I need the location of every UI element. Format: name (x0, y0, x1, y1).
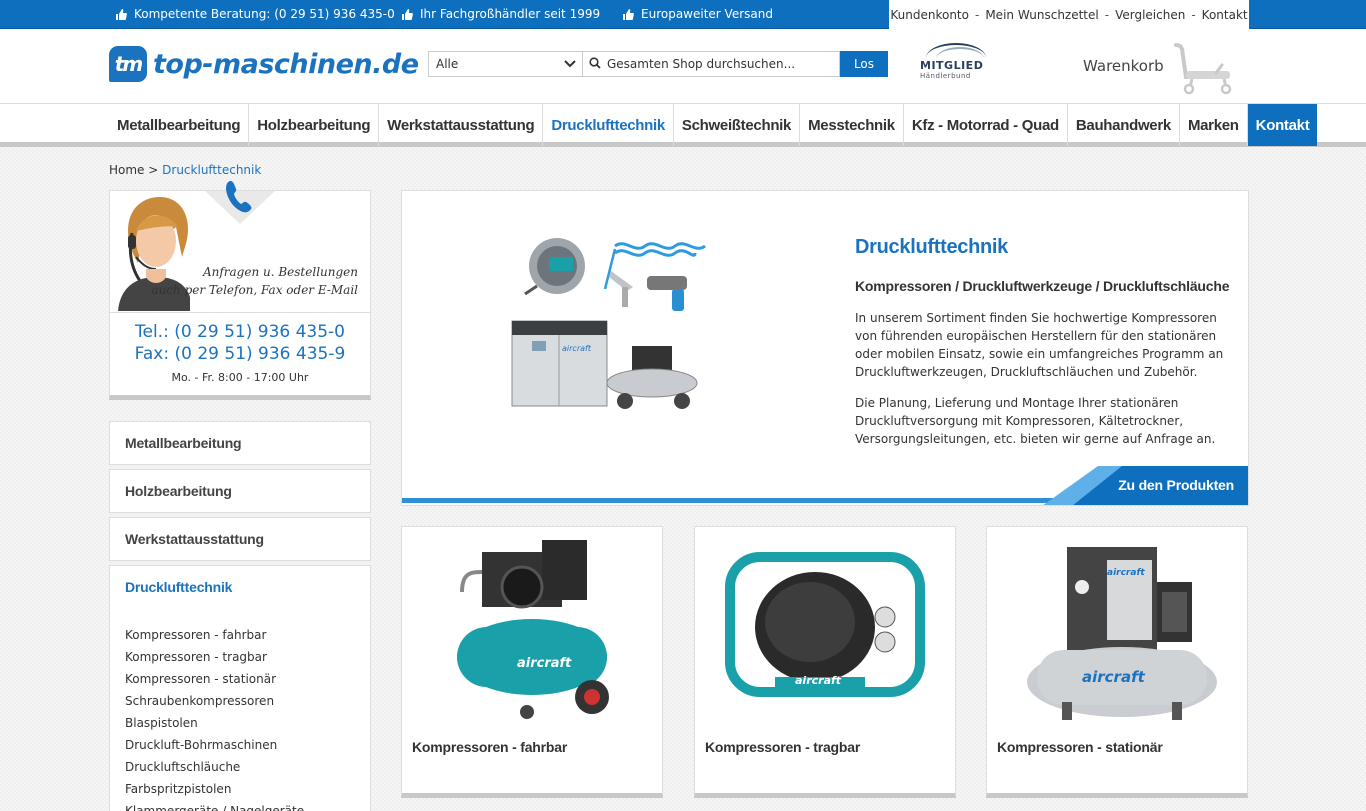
header: tm top-maschinen.de Alle Gesamten Shop d… (0, 29, 1366, 104)
breadcrumb: Home > Drucklufttechnik (109, 163, 261, 177)
sidebar-item-holzbearbeitung[interactable]: Holzbearbeitung (109, 469, 371, 513)
nav-drucklufttechnik[interactable]: Drucklufttechnik (543, 104, 674, 146)
sidebar-subitem[interactable]: Kompressoren - stationär (125, 670, 304, 692)
category-select[interactable]: Alle (428, 51, 583, 77)
member-subtitle: Händlerbund (920, 72, 971, 80)
nav-marken[interactable]: Marken (1180, 104, 1248, 146)
top-bar: Kompetente Beratung: (0 29 51) 936 435-0… (0, 0, 1366, 29)
contact-fax: Fax: (0 29 51) 936 435-9 (134, 344, 346, 364)
sidebar-active-title[interactable]: Drucklufttechnik (125, 579, 232, 595)
product-card[interactable]: aircraft aircraft Kompressoren - station… (986, 526, 1248, 798)
sidebar-subitem[interactable]: Blaspistolen (125, 714, 304, 736)
product-brand-logo: aircraft (517, 656, 572, 671)
product-brand-logo: aircraft (1082, 668, 1146, 686)
sidebar-item-werkstattausstattung[interactable]: Werkstattausstattung (109, 517, 371, 561)
usp-shipping: Europaweiter Versand (622, 0, 773, 28)
sidebar-subitem[interactable]: Druckluft-Bohrmaschinen (125, 736, 304, 758)
product-card[interactable]: aircraft Kompressoren - fahrbar (401, 526, 663, 798)
nav-kontakt[interactable]: Kontakt (1247, 104, 1318, 146)
member-title: MITGLIED (920, 59, 984, 72)
link-kontakt[interactable]: Kontakt (1202, 8, 1248, 22)
sidebar-subitem[interactable]: Farbspritzpistolen (125, 780, 304, 802)
contact-hours: Mo. - Fr. 8:00 - 17:00 Uhr (171, 371, 309, 384)
hero-paragraph-1: In unserem Sortiment finden Sie hochwert… (855, 311, 1224, 379)
sidebar-item-drucklufttechnik: Drucklufttechnik Kompressoren - fahrbar … (109, 565, 371, 811)
usp-text: Ihr Fachgroßhändler seit 1999 (420, 7, 601, 21)
hero-paragraph-2: Die Planung, Lieferung und Montage Ihrer… (855, 396, 1216, 446)
divider (110, 312, 370, 313)
product-card[interactable]: aircraft Kompressoren - tragbar (694, 526, 956, 798)
category-select-value: Alle (436, 57, 459, 71)
sidebar-subitem[interactable]: Druckluftschläuche (125, 758, 304, 780)
search-input[interactable]: Gesamten Shop durchsuchen... (583, 51, 840, 77)
product-title[interactable]: Kompressoren - stationär (997, 739, 1163, 755)
product-title[interactable]: Kompressoren - fahrbar (412, 739, 567, 755)
phone-icon (224, 179, 252, 217)
contact-box: Anfragen u. Bestellungen auch per Telefo… (109, 180, 371, 400)
nav-werkstattausstattung[interactable]: Werkstattausstattung (379, 104, 544, 146)
member-badge[interactable]: MITGLIED Händlerbund (918, 43, 988, 83)
sidebar-subitem[interactable]: Klammergeräte / Nagelgeräte (125, 802, 304, 811)
category-hero: aircraft Drucklufttechnik Kompressoren /… (401, 190, 1249, 506)
hero-subtitle: Kompressoren / Druckluftwerkzeuge / Druc… (855, 278, 1230, 294)
nav-bauhandwerk[interactable]: Bauhandwerk (1068, 104, 1180, 146)
main-navigation: Metallbearbeitung Holzbearbeitung Werkst… (0, 104, 1366, 147)
logo-mark: tm (109, 46, 147, 82)
category-hero-image: aircraft (507, 231, 707, 421)
product-brand-logo: aircraft (1107, 568, 1145, 578)
product-image-portable-compressor: aircraft (715, 532, 935, 727)
nav-holzbearbeitung[interactable]: Holzbearbeitung (249, 104, 380, 146)
link-separator: - (1191, 7, 1196, 22)
nav-messtechnik[interactable]: Messtechnik (800, 104, 904, 146)
nav-schweisstechnik[interactable]: Schweißtechnik (674, 104, 801, 146)
sidebar-item-metallbearbeitung[interactable]: Metallbearbeitung (109, 421, 371, 465)
product-brand-logo: aircraft (795, 674, 842, 687)
product-image-mobile-compressor: aircraft (422, 532, 642, 727)
cart-icon[interactable] (1172, 43, 1234, 99)
contact-telephone[interactable]: Tel.: (0 29 51) 936 435-0 (110, 322, 370, 342)
thumbs-up-icon (401, 8, 413, 21)
contact-line-1: Anfragen u. Bestellungen (202, 265, 358, 279)
usp-text: Europaweiter Versand (641, 7, 773, 21)
nav-metallbearbeitung[interactable]: Metallbearbeitung (109, 104, 250, 146)
product-image-stationary-compressor: aircraft aircraft (1007, 532, 1227, 727)
sidebar-subitem[interactable]: Kompressoren - tragbar (125, 648, 304, 670)
search-icon (589, 56, 601, 72)
link-vergleichen[interactable]: Vergleichen (1115, 8, 1185, 22)
link-separator: - (974, 7, 980, 22)
logo-text: top-maschinen.de (153, 48, 419, 80)
breadcrumb-home[interactable]: Home (109, 163, 144, 177)
hero-title: Drucklufttechnik (855, 236, 1009, 258)
thumbs-up-icon (622, 8, 634, 21)
link-separator: - (1104, 7, 1110, 22)
breadcrumb-separator: > (148, 163, 159, 177)
sidebar-subcategory-list: Kompressoren - fahrbar Kompressoren - tr… (125, 626, 304, 811)
search-button[interactable]: Los (840, 51, 888, 77)
usp-consulting: Kompetente Beratung: (0 29 51) 936 435-0 (115, 0, 395, 28)
search-placeholder: Gesamten Shop durchsuchen... (607, 57, 796, 71)
usp-since: Ihr Fachgroßhändler seit 1999 (401, 0, 600, 28)
cart-label[interactable]: Warenkorb (1083, 57, 1164, 75)
site-logo[interactable]: tm top-maschinen.de (109, 46, 419, 82)
thumbs-up-icon (115, 8, 127, 21)
product-title[interactable]: Kompressoren - tragbar (705, 739, 860, 755)
usp-text: Kompetente Beratung: (0 29 51) 936 435-0 (134, 7, 395, 21)
sidebar-subitem[interactable]: Schraubenkompressoren (125, 692, 304, 714)
nav-kfz-motorrad-quad[interactable]: Kfz - Motorrad - Quad (904, 104, 1068, 146)
account-links: Kundenkonto - Mein Wunschzettel - Vergle… (889, 0, 1249, 29)
to-products-button[interactable]: Zu den Produkten (1042, 466, 1248, 505)
link-wunschzettel[interactable]: Mein Wunschzettel (985, 8, 1098, 22)
breadcrumb-current: Drucklufttechnik (162, 163, 262, 177)
chevron-down-icon (564, 57, 576, 71)
contact-line-2: auch per Telefon, Fax oder E-Mail (151, 283, 358, 297)
link-kundenkonto[interactable]: Kundenkonto (890, 8, 969, 22)
to-products-label: Zu den Produkten (1118, 477, 1234, 493)
search-bar: Alle Gesamten Shop durchsuchen... Los (428, 51, 888, 77)
sidebar-subitem[interactable]: Kompressoren - fahrbar (125, 626, 304, 648)
hero-brand-logo: aircraft (562, 344, 592, 353)
